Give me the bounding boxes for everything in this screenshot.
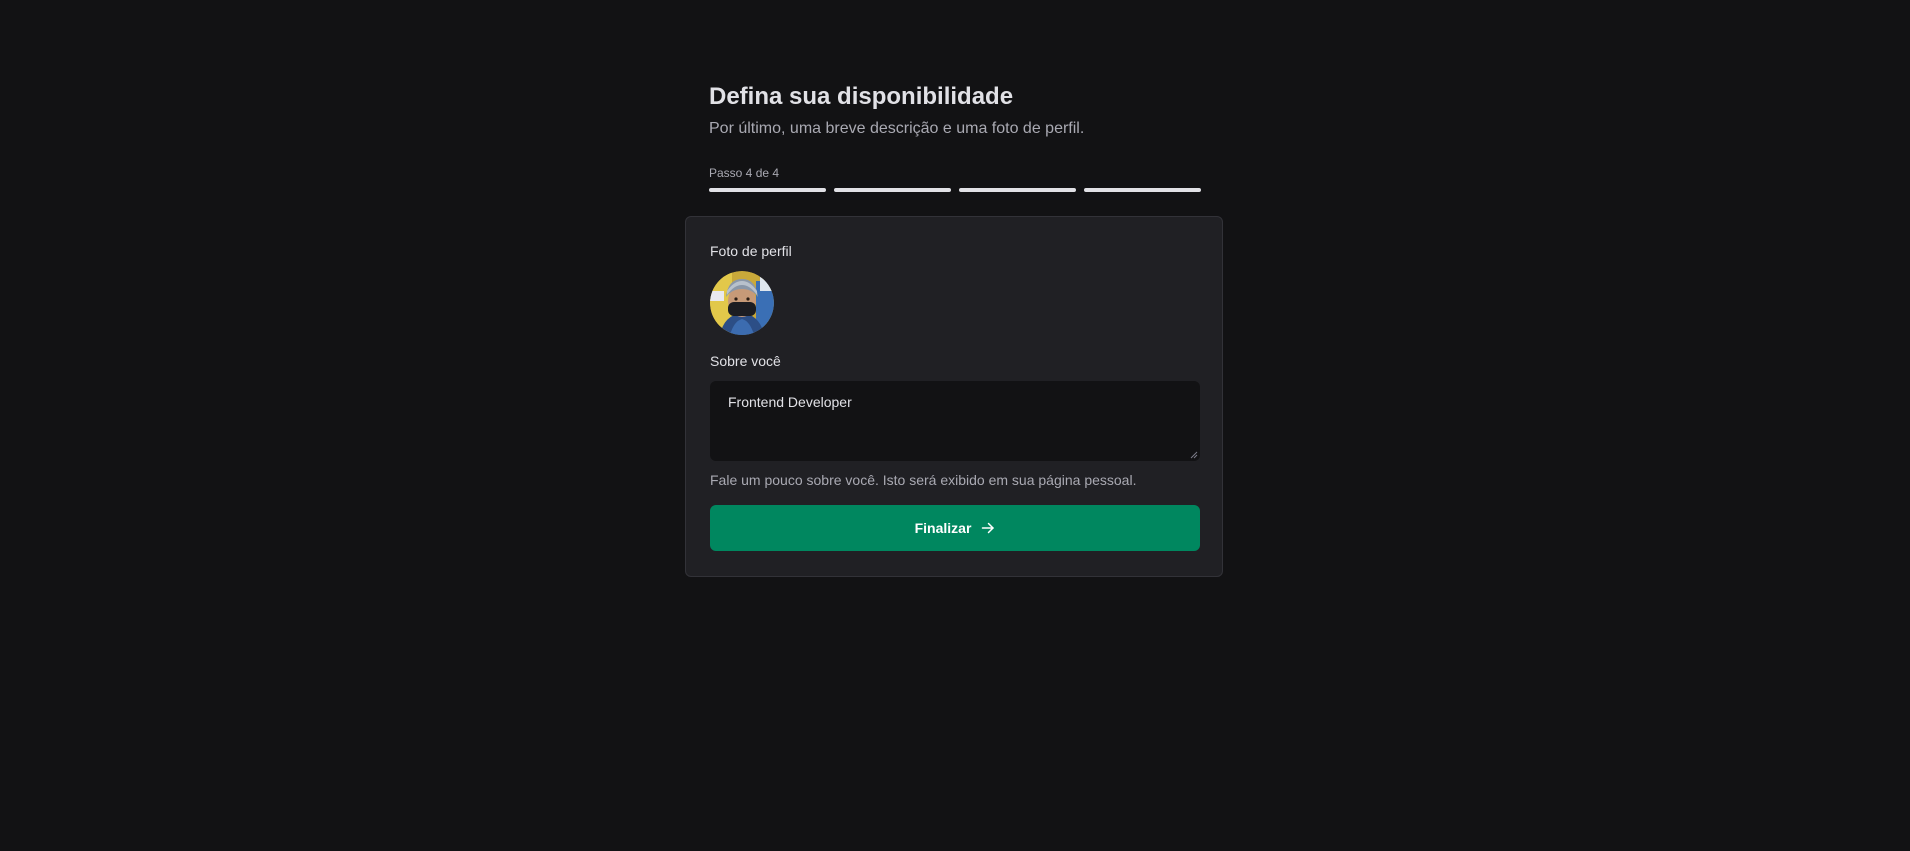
header: Defina sua disponibilidade Por último, u… xyxy=(685,82,1225,192)
photo-label: Foto de perfil xyxy=(710,243,792,259)
step-label: Passo 4 de 4 xyxy=(709,166,780,180)
about-textarea-value: Frontend Developer xyxy=(728,394,852,410)
step-bar-2 xyxy=(834,188,951,192)
about-label: Sobre você xyxy=(710,353,781,369)
avatar xyxy=(710,271,774,335)
step-bar-3 xyxy=(959,188,1076,192)
about-hint: Fale um pouco sobre você. Isto será exib… xyxy=(710,472,1137,488)
step-bar-1 xyxy=(709,188,826,192)
step-indicator xyxy=(709,188,1201,192)
avatar-image xyxy=(710,271,774,335)
page: Defina sua disponibilidade Por último, u… xyxy=(0,0,1910,851)
page-subtitle: Por último, uma breve descrição e uma fo… xyxy=(709,120,1085,137)
about-textarea[interactable]: Frontend Developer xyxy=(710,381,1200,461)
register-container: Defina sua disponibilidade Por último, u… xyxy=(685,0,1225,577)
resize-handle-icon[interactable] xyxy=(1190,451,1198,459)
profile-form-card: Foto de perfil Sobre você Frontend Devel… xyxy=(685,216,1223,577)
step-bar-4 xyxy=(1084,188,1201,192)
arrow-right-icon xyxy=(982,522,995,534)
finish-button-label: Finalizar xyxy=(914,520,972,536)
finish-button[interactable]: Finalizar xyxy=(710,505,1200,551)
page-title: Defina sua disponibilidade xyxy=(709,83,1014,110)
